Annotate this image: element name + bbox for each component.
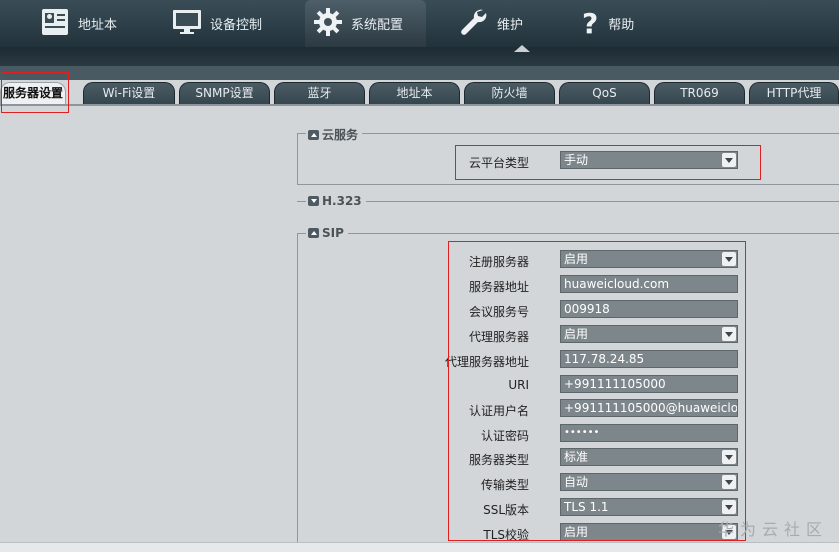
tab-address-book[interactable]: 地址本 [369, 82, 460, 104]
monitor-icon [172, 8, 202, 40]
sip-legend[interactable]: SIP [306, 226, 348, 240]
collapse-icon [308, 228, 319, 238]
tab-tr069[interactable]: TR069 [654, 82, 745, 104]
nav-maintenance-label: 维护 [497, 18, 524, 33]
nav-device-control[interactable]: 设备控制 [172, 0, 262, 47]
watermark: 华为云社区 [718, 520, 829, 539]
nav-address-book[interactable]: 地址本 [40, 0, 117, 47]
h323-legend[interactable]: H.323 [306, 194, 366, 208]
tab-http-proxy[interactable]: HTTP代理 [749, 82, 839, 104]
expand-icon [308, 196, 319, 206]
highlight-box-tab [1, 72, 69, 113]
gear-icon [313, 7, 343, 41]
nav-help[interactable]: ? 帮助 [582, 0, 634, 47]
cloud-service-legend[interactable]: 云服务 [306, 126, 363, 143]
tab-bluetooth[interactable]: 蓝牙 [274, 82, 365, 104]
h323-title: H.323 [322, 194, 362, 208]
horizontal-scrollbar[interactable] [0, 542, 839, 552]
nav-device-control-label: 设备控制 [210, 18, 263, 33]
collapse-icon [308, 129, 319, 140]
nav-address-book-label: 地址本 [78, 18, 118, 33]
nav-system-config[interactable]: 系统配置 [305, 0, 426, 47]
h323-divider [297, 201, 839, 202]
highlight-box-sip [448, 241, 746, 541]
highlight-box-cloud [455, 145, 761, 180]
nav-help-label: 帮助 [608, 18, 635, 33]
top-navigation: 地址本 设备控制 系统配置 维护 ? 帮助 [0, 0, 839, 47]
tab-bar-baseline [0, 104, 839, 106]
active-nav-pointer [514, 45, 530, 52]
cloud-service-title: 云服务 [322, 128, 359, 142]
tab-qos[interactable]: QoS [559, 82, 650, 104]
tab-snmp-settings[interactable]: SNMP设置 [179, 82, 270, 104]
tab-wifi-settings[interactable]: Wi-Fi设置 [83, 82, 175, 104]
question-icon: ? [582, 7, 599, 40]
nav-system-config-label: 系统配置 [351, 18, 404, 33]
wrench-icon [459, 7, 489, 41]
nav-maintenance[interactable]: 维护 [459, 0, 523, 47]
tab-firewall[interactable]: 防火墙 [464, 82, 555, 104]
address-book-icon [40, 8, 70, 40]
sip-title: SIP [322, 226, 344, 240]
nav-strip [0, 47, 839, 66]
